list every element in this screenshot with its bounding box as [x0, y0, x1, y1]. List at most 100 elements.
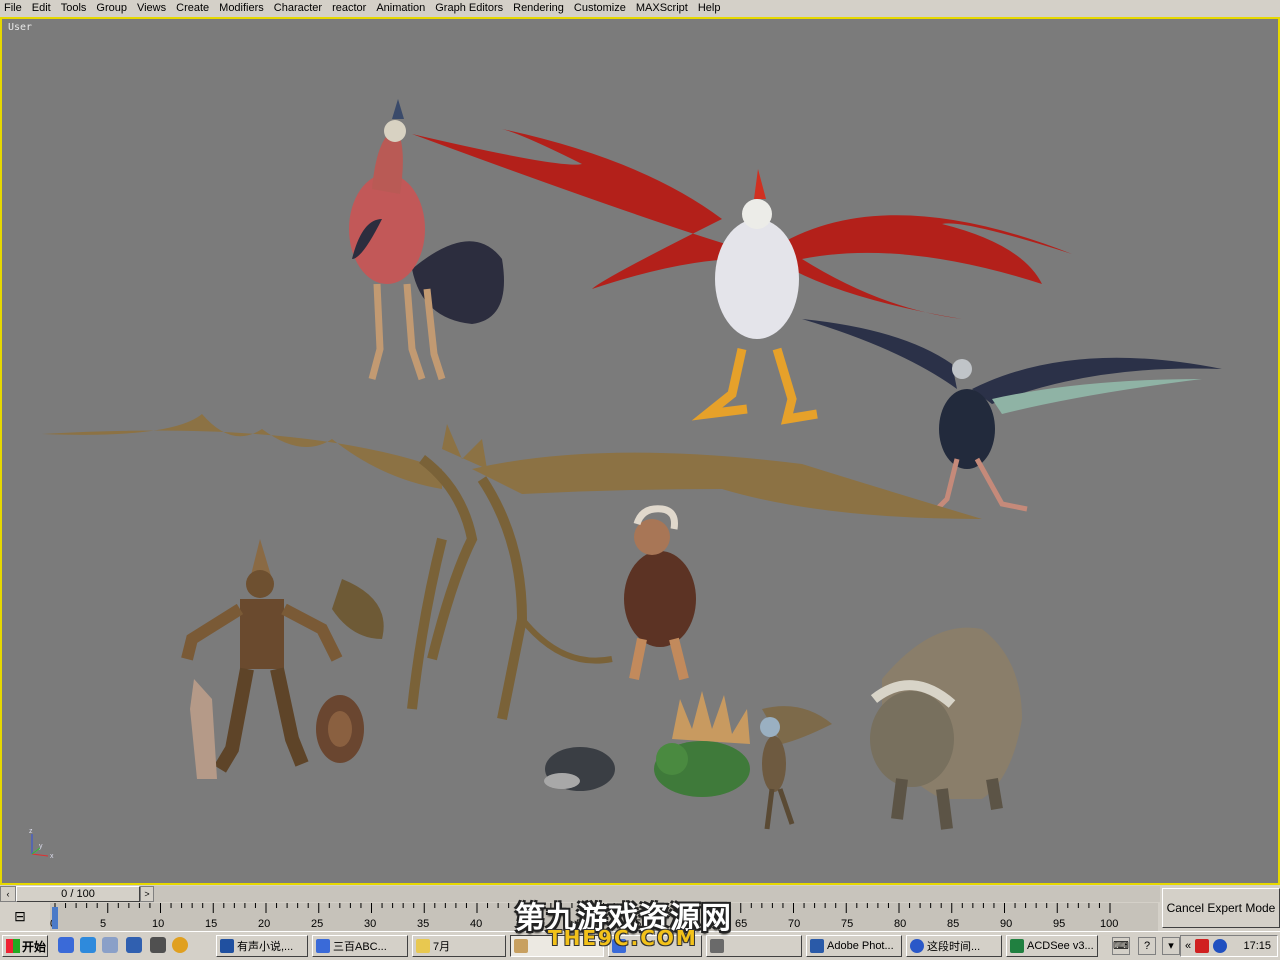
menu-file[interactable]: File: [0, 0, 27, 17]
quicklaunch-explorer-icon[interactable]: [58, 937, 74, 953]
quicklaunch-ie-icon[interactable]: [80, 937, 96, 953]
task-label: 三百ABC...: [333, 941, 387, 953]
seal-model[interactable]: [544, 747, 615, 791]
tick-label: 85: [947, 918, 959, 930]
frilled-lizard-model[interactable]: [654, 691, 750, 797]
quicklaunch-media-icon[interactable]: [172, 937, 188, 953]
window-icon: [514, 939, 528, 953]
menu-reactor[interactable]: reactor: [327, 0, 371, 17]
winged-imp-model[interactable]: [760, 706, 832, 830]
scene-models: [42, 99, 1222, 830]
tick-label: 50: [576, 918, 588, 930]
time-slider-next-button[interactable]: >: [140, 886, 154, 902]
task-label: 这段时间...: [927, 941, 981, 953]
axis-x-label: x: [50, 853, 54, 860]
crested-bird-model[interactable]: [349, 99, 504, 381]
tick-label: 30: [364, 918, 376, 930]
window-icon: [220, 939, 234, 953]
max-window: File Edit Tools Group Views Create Modif…: [0, 0, 1280, 960]
menu-tools[interactable]: Tools: [56, 0, 92, 17]
task-button[interactable]: 这段时间...: [906, 935, 1002, 957]
time-slider-track[interactable]: [154, 886, 1160, 902]
tick-label: 5: [100, 918, 106, 930]
sword-model[interactable]: [190, 679, 217, 779]
task-label: Adobe Phot...: [827, 940, 894, 952]
task-button[interactable]: 三百ABC...: [312, 935, 408, 957]
track-bar: ⊟ 0 5 10 15 20 25 30 35 40 45 50 55 60 6…: [0, 903, 1160, 931]
axis-z-label: z: [29, 828, 33, 835]
menu-character[interactable]: Character: [269, 0, 327, 17]
cancel-expert-mode-button[interactable]: Cancel Expert Mode: [1162, 888, 1280, 928]
user-viewport[interactable]: User z y x: [0, 17, 1280, 885]
task-button[interactable]: 有声小说,...: [216, 935, 308, 957]
tick-label: 35: [417, 918, 429, 930]
axis-y-label: y: [39, 843, 43, 850]
menu-animation[interactable]: Animation: [371, 0, 430, 17]
track-bar-config-icon[interactable]: ⊟: [8, 907, 32, 927]
menu-help[interactable]: Help: [693, 0, 726, 17]
task-button[interactable]: ACDSee v3...: [1006, 935, 1098, 957]
menu-graph-editors[interactable]: Graph Editors: [430, 0, 508, 17]
k-icon[interactable]: [1195, 939, 1210, 953]
quicklaunch-app-icon[interactable]: [126, 937, 142, 953]
menu-modifiers[interactable]: Modifiers: [214, 0, 269, 17]
start-button[interactable]: 开始: [2, 935, 48, 957]
menu-edit[interactable]: Edit: [27, 0, 56, 17]
show-hidden-icon[interactable]: «: [1185, 940, 1191, 952]
acdsee-icon: [1010, 939, 1024, 953]
tick-label: 60: [682, 918, 694, 930]
tick-label: 40: [470, 918, 482, 930]
menu-create[interactable]: Create: [171, 0, 214, 17]
tick-label: 25: [311, 918, 323, 930]
menu-views[interactable]: Views: [132, 0, 171, 17]
time-slider-prev-button[interactable]: ‹: [0, 886, 16, 902]
task-button[interactable]: [706, 935, 802, 957]
bone-dragon-model[interactable]: [42, 414, 982, 720]
language-icon[interactable]: ▾: [1162, 937, 1180, 955]
menu-bar: File Edit Tools Group Views Create Modif…: [0, 0, 1280, 17]
tick-label: 90: [1000, 918, 1012, 930]
task-label: ACDSee v3...: [1027, 940, 1094, 952]
track-bar-ruler[interactable]: 0 5 10 15 20 25 30 35 40 45 50 55 60 65 …: [50, 903, 1158, 931]
current-frame-marker[interactable]: [52, 907, 58, 929]
task-button[interactable]: [608, 935, 702, 957]
tick-label: 65: [735, 918, 747, 930]
start-label: 开始: [22, 939, 47, 954]
menu-group[interactable]: Group: [91, 0, 132, 17]
task-button[interactable]: [510, 935, 604, 957]
folder-icon: [416, 939, 430, 953]
shield-model[interactable]: [316, 695, 364, 763]
window-icon: [612, 939, 626, 953]
help-icon[interactable]: ?: [1138, 937, 1156, 955]
time-slider-bar: ‹ 0 / 100 >: [0, 885, 1160, 903]
time-slider-thumb[interactable]: 0 / 100: [16, 886, 140, 902]
window-icon: [710, 939, 724, 953]
tick-label: 70: [788, 918, 800, 930]
clock[interactable]: 17:15: [1243, 940, 1277, 952]
task-button[interactable]: 7月: [412, 935, 506, 957]
tick-label: 55: [629, 918, 641, 930]
tick-label: 20: [258, 918, 270, 930]
windows-logo-icon: [6, 939, 20, 953]
tick-label: 75: [841, 918, 853, 930]
tick-label: 100: [1100, 918, 1118, 930]
menu-maxscript[interactable]: MAXScript: [631, 0, 693, 17]
tick-label: 15: [205, 918, 217, 930]
quicklaunch-desktop-icon[interactable]: [102, 937, 118, 953]
tick-label: 95: [1053, 918, 1065, 930]
track-ruler-ticks: 0 5 10 15 20 25 30 35 40 45 50 55 60 65 …: [50, 903, 1118, 930]
keyboard-icon[interactable]: ⌨: [1112, 937, 1130, 955]
tick-label: 10: [152, 918, 164, 930]
quicklaunch-g-icon[interactable]: [150, 937, 166, 953]
tick-label: 80: [894, 918, 906, 930]
system-tray: « 17:15: [1180, 935, 1278, 957]
task-button[interactable]: Adobe Phot...: [806, 935, 902, 957]
bison-model[interactable]: [870, 627, 1022, 830]
task-label: 有声小说,...: [237, 941, 294, 953]
menu-rendering[interactable]: Rendering: [508, 0, 569, 17]
browser-icon: [910, 939, 924, 953]
menu-customize[interactable]: Customize: [569, 0, 631, 17]
ram-beast-model[interactable]: [624, 505, 696, 681]
red-winged-griffin-model[interactable]: [412, 129, 1072, 425]
globe-icon[interactable]: [1213, 939, 1228, 953]
